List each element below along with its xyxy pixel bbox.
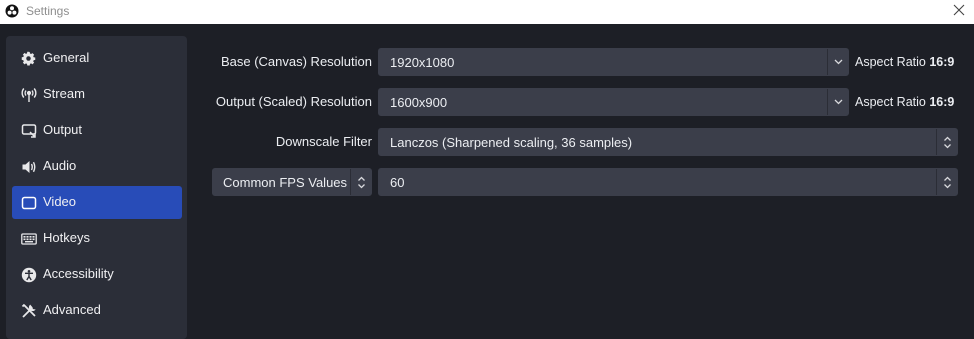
accessibility-icon (20, 266, 37, 283)
tools-icon (20, 302, 37, 319)
aspect-ratio-value: 16:9 (929, 95, 955, 109)
obs-logo-icon (5, 4, 19, 18)
keyboard-icon (20, 230, 37, 247)
sidebar-item-label: Audio (43, 158, 77, 173)
base-resolution-combobox[interactable]: 1920x1080 (378, 48, 849, 76)
downscale-filter-label: Downscale Filter (275, 134, 372, 149)
antenna-icon (20, 86, 37, 103)
updown-arrows-icon[interactable] (936, 169, 957, 195)
aspect-ratio-value: 16:9 (929, 55, 955, 69)
window-title: Settings (26, 4, 70, 18)
fps-type-value: Common FPS Values (223, 175, 348, 190)
downscale-filter-select[interactable]: Lanczos (Sharpened scaling, 36 samples) (378, 128, 958, 156)
sidebar-item-audio[interactable]: Audio (12, 150, 182, 183)
output-resolution-combobox[interactable]: 1600x900 (378, 88, 849, 116)
sidebar-item-stream[interactable]: Stream (12, 78, 182, 111)
sidebar-item-video[interactable]: Video (12, 186, 182, 219)
sidebar-item-label: General (43, 50, 90, 65)
sidebar-item-label: Advanced (43, 302, 101, 317)
downscale-filter-value: Lanczos (Sharpened scaling, 36 samples) (390, 135, 633, 150)
settings-sidebar: General Stream Output Audio Video Hotkey… (6, 36, 187, 339)
close-button[interactable] (950, 1, 968, 19)
output-resolution-label: Output (Scaled) Resolution (215, 94, 372, 109)
chevron-down-icon[interactable] (827, 49, 848, 75)
updown-arrows-icon[interactable] (936, 129, 957, 155)
speaker-icon (20, 158, 37, 175)
monitor-icon (20, 194, 37, 211)
base-resolution-label: Base (Canvas) Resolution (220, 54, 372, 69)
fps-value-select[interactable]: 60 (378, 168, 958, 196)
gear-icon (20, 50, 37, 67)
sidebar-item-label: Video (43, 194, 77, 209)
output-icon (20, 122, 37, 139)
output-resolution-value: 1600x900 (390, 95, 448, 110)
updown-arrows-icon[interactable] (350, 169, 371, 195)
fps-value: 60 (390, 175, 405, 190)
aspect-ratio-label: Aspect Ratio (855, 55, 926, 69)
title-bar: Settings (0, 0, 974, 24)
sidebar-item-label: Stream (43, 86, 85, 101)
chevron-down-icon[interactable] (827, 89, 848, 115)
close-icon (953, 4, 965, 16)
sidebar-item-label: Accessibility (43, 266, 114, 281)
sidebar-item-advanced[interactable]: Advanced (12, 294, 182, 327)
sidebar-item-label: Hotkeys (43, 230, 90, 245)
base-aspect-ratio: Aspect Ratio 16:9 (855, 55, 954, 69)
base-resolution-value: 1920x1080 (390, 55, 455, 70)
sidebar-item-label: Output (43, 122, 83, 137)
fps-type-select[interactable]: Common FPS Values (212, 168, 372, 196)
sidebar-item-output[interactable]: Output (12, 114, 182, 147)
sidebar-item-hotkeys[interactable]: Hotkeys (12, 222, 182, 255)
output-aspect-ratio: Aspect Ratio 16:9 (855, 95, 954, 109)
sidebar-item-general[interactable]: General (12, 42, 182, 75)
aspect-ratio-label: Aspect Ratio (855, 95, 926, 109)
sidebar-item-accessibility[interactable]: Accessibility (12, 258, 182, 291)
